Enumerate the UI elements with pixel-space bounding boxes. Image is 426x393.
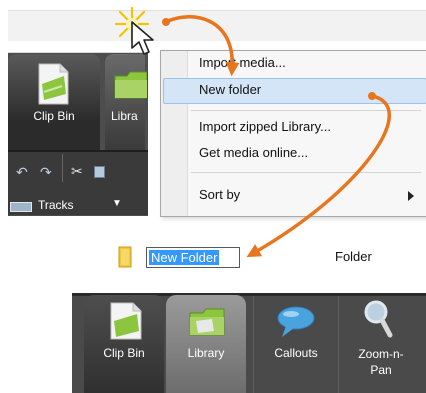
arrow-origin-dot [368, 92, 376, 100]
annotation-arrows [162, 15, 391, 258]
arrow-origin-dot [162, 18, 170, 26]
arrow-new-folder-to-rename [246, 94, 391, 258]
arrow-click-to-new-folder [164, 15, 240, 77]
